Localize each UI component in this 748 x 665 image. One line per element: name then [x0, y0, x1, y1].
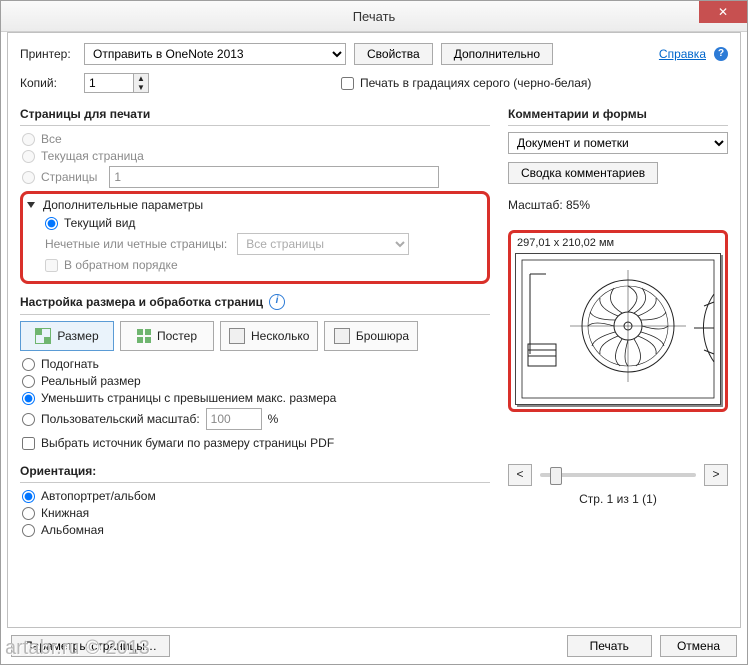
slider-thumb[interactable]	[550, 467, 562, 485]
size-icon	[35, 328, 51, 344]
radio-shrink[interactable]: Уменьшить страницы с превышением макс. р…	[20, 391, 490, 405]
chevron-down-icon[interactable]	[27, 202, 35, 208]
radio-actual[interactable]: Реальный размер	[20, 374, 490, 388]
preview-next-button[interactable]: >	[704, 464, 728, 486]
pages-range-input[interactable]	[109, 166, 439, 188]
sizing-title: Настройка размера и обработка страниц	[20, 295, 263, 309]
more-options-highlight: Дополнительные параметры Текущий вид Неч…	[20, 191, 490, 284]
preview-page	[515, 253, 721, 405]
odd-even-select: Все страницы	[237, 233, 409, 255]
advanced-button[interactable]: Дополнительно	[441, 43, 553, 65]
tab-booklet[interactable]: Брошюра	[324, 321, 418, 351]
radio-orient-portrait[interactable]: Книжная	[20, 506, 490, 520]
radio-custom-scale[interactable]: Пользовательский масштаб: %	[20, 408, 490, 430]
copies-input[interactable]	[85, 74, 133, 92]
more-options-title: Дополнительные параметры	[43, 198, 203, 212]
tab-size[interactable]: Размер	[20, 321, 114, 351]
custom-scale-input	[206, 408, 262, 430]
radio-all[interactable]: Все	[20, 132, 490, 146]
summarize-comments-button[interactable]: Сводка комментариев	[508, 162, 658, 184]
comments-select[interactable]: Документ и пометки	[508, 132, 728, 154]
radio-current-page[interactable]: Текущая страница	[20, 149, 490, 163]
preview-zoom-slider[interactable]	[540, 473, 696, 477]
radio-fit[interactable]: Подогнать	[20, 357, 490, 371]
orientation-title: Ориентация:	[20, 464, 490, 478]
odd-even-label: Нечетные или четные страницы:	[45, 237, 227, 251]
print-dialog: Печать ✕ Принтер: Отправить в OneNote 20…	[0, 0, 748, 665]
printer-select[interactable]: Отправить в OneNote 2013	[84, 43, 346, 65]
grayscale-checkbox[interactable]: Печать в градациях серого (черно-белая)	[339, 76, 591, 90]
tab-multi[interactable]: Несколько	[220, 321, 318, 351]
copies-label: Копий:	[20, 76, 76, 90]
comments-title: Комментарии и формы	[508, 107, 728, 121]
check-reverse[interactable]: В обратном порядке	[43, 258, 479, 272]
pages-section-title: Страницы для печати	[20, 107, 490, 121]
radio-range[interactable]: Страницы	[20, 166, 490, 188]
print-button[interactable]: Печать	[567, 635, 652, 657]
preview-drawing	[516, 254, 720, 404]
scale-label: Масштаб: 85%	[508, 198, 728, 212]
cancel-button[interactable]: Отмена	[660, 635, 737, 657]
dialog-content: Принтер: Отправить в OneNote 2013 Свойст…	[7, 32, 741, 628]
check-paper-source[interactable]: Выбрать источник бумаги по размеру стран…	[20, 436, 490, 450]
booklet-icon	[334, 328, 350, 344]
properties-button[interactable]: Свойства	[354, 43, 433, 65]
tab-poster[interactable]: Постер	[120, 321, 214, 351]
page-dimensions: 297,01 x 210,02 мм	[517, 237, 721, 249]
radio-orient-auto[interactable]: Автопортрет/альбом	[20, 489, 490, 503]
window-title: Печать	[353, 9, 396, 24]
printer-label: Принтер:	[20, 47, 76, 61]
preview-highlight: 297,01 x 210,02 мм	[508, 230, 728, 412]
page-counter: Стр. 1 из 1 (1)	[508, 492, 728, 506]
close-button[interactable]: ✕	[699, 1, 747, 23]
title-bar: Печать ✕	[1, 1, 747, 32]
radio-orient-landscape[interactable]: Альбомная	[20, 523, 490, 537]
preview-prev-button[interactable]: <	[508, 464, 532, 486]
radio-current-view[interactable]: Текущий вид	[43, 216, 479, 230]
poster-icon	[137, 329, 151, 343]
help-link[interactable]: Справка	[659, 47, 706, 61]
multi-icon	[229, 328, 245, 344]
help-icon[interactable]: ?	[714, 47, 728, 61]
watermark: artabr.ru © 2013	[5, 637, 150, 660]
copies-spinner[interactable]: ▲ ▼	[84, 73, 149, 93]
info-icon[interactable]: i	[269, 294, 285, 310]
copies-up[interactable]: ▲	[134, 74, 148, 83]
copies-down[interactable]: ▼	[134, 83, 148, 92]
